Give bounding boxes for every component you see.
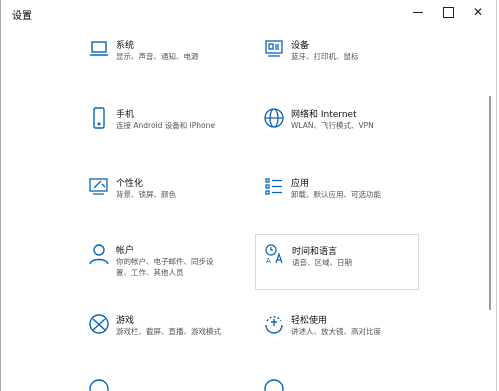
tile-desc: WLAN、飞行模式、VPN xyxy=(291,121,374,130)
close-icon: ✕ xyxy=(472,5,484,19)
tile-desc: 讲述人、放大镜、高对比度 xyxy=(291,327,381,336)
tile-title: 系统 xyxy=(116,41,135,51)
tile-desc: 连接 Android 设备和 iPhone xyxy=(116,121,215,130)
tile-ease-of-access[interactable]: 轻松使用 讲述人、放大镜、高对比度 xyxy=(255,311,419,363)
tile-title: 个性化 xyxy=(116,179,144,189)
maximize-icon xyxy=(442,6,454,18)
minimize-icon xyxy=(413,11,423,13)
minimize-button[interactable] xyxy=(406,1,430,23)
tile-personalization[interactable]: 个性化 背景、锁屏、颜色 xyxy=(80,174,244,226)
tile-desc: 游戏栏、截屏、直播、游戏模式 xyxy=(116,327,221,336)
globe-icon xyxy=(263,107,285,129)
laptop-icon xyxy=(88,38,110,60)
tile-title: 应用 xyxy=(291,179,310,189)
window-left-border xyxy=(0,0,1,391)
ease-of-access-icon xyxy=(263,313,285,335)
tile-desc: 背景、锁屏、颜色 xyxy=(116,190,176,199)
tile-accounts[interactable]: 帐户 你的帐户、电子邮件、同步设置、工作、其他人员 xyxy=(80,241,244,281)
keyboard-devices-icon xyxy=(263,38,285,60)
phone-icon xyxy=(88,107,110,129)
partial-icon xyxy=(264,379,284,391)
tile-system[interactable]: 系统 显示、声音、通知、电源 xyxy=(80,36,244,88)
tile-title: 手机 xyxy=(116,110,135,120)
window-right-border xyxy=(496,0,497,391)
tile-desc: 语音、区域、日期 xyxy=(292,258,352,267)
tile-partial-right[interactable] xyxy=(263,378,293,391)
tile-network[interactable]: 网络和 Internet WLAN、飞行模式、VPN xyxy=(255,105,419,157)
tile-time-language[interactable]: A 时间和语言 语音、区域、日期 xyxy=(255,234,419,290)
close-button[interactable]: ✕ xyxy=(466,1,490,23)
xbox-icon xyxy=(88,313,110,335)
tile-desc: 卸载、默认应用、可选功能 xyxy=(291,190,381,199)
partial-icon xyxy=(89,379,109,391)
paint-monitor-icon xyxy=(88,176,110,198)
tile-desc: 显示、声音、通知、电源 xyxy=(116,52,199,61)
tile-title: 时间和语言 xyxy=(292,247,338,257)
tile-gaming[interactable]: 游戏 游戏栏、截屏、直播、游戏模式 xyxy=(80,311,244,363)
time-language-icon: A xyxy=(264,243,286,265)
tile-title: 网络和 Internet xyxy=(291,110,357,120)
tile-title: 游戏 xyxy=(116,316,135,326)
svg-text:A: A xyxy=(266,257,271,265)
tile-apps[interactable]: 应用 卸载、默认应用、可选功能 xyxy=(255,174,419,226)
tile-desc: 你的帐户、电子邮件、同步设置、工作、其他人员 xyxy=(116,257,214,277)
tile-partial-left[interactable] xyxy=(88,378,118,391)
tile-devices[interactable]: 设备 蓝牙、打印机、鼠标 xyxy=(255,36,419,88)
apps-list-icon xyxy=(263,176,285,198)
person-icon xyxy=(88,243,110,265)
scrollbar[interactable] xyxy=(489,96,491,310)
tile-title: 帐户 xyxy=(116,246,135,256)
tile-title: 设备 xyxy=(291,41,310,51)
window-title: 设置 xyxy=(12,11,32,22)
maximize-button[interactable] xyxy=(436,1,460,23)
tile-phone[interactable]: 手机 连接 Android 设备和 iPhone xyxy=(80,105,244,157)
tile-desc: 蓝牙、打印机、鼠标 xyxy=(291,52,359,61)
tile-title: 轻松使用 xyxy=(291,316,328,326)
